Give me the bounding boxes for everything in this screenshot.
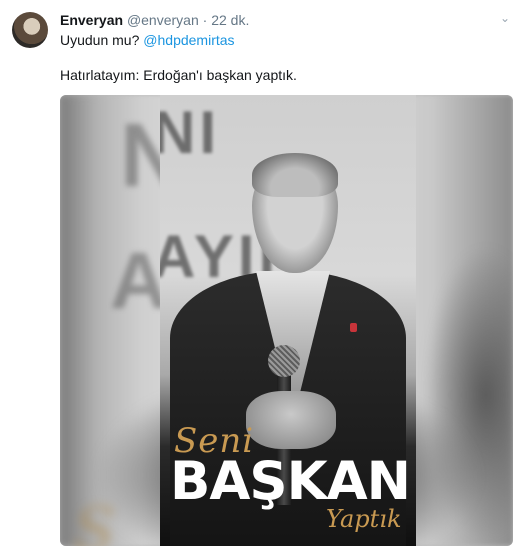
poster: NI AYIR Seni BAŞKAN Yaptık [160, 95, 416, 546]
tweet-header: Enveryan @enveryan · 22 dk. [60, 11, 249, 29]
tweet: Enveryan @enveryan · 22 dk. ⌄ Uyudun mu?… [0, 0, 524, 553]
display-name[interactable]: Enveryan [60, 12, 123, 28]
chevron-down-icon[interactable]: ⌄ [500, 11, 510, 25]
poster-word-bottom: Yaptık [326, 505, 402, 533]
tweet-first-line: Uyudun mu? @hdpdemirtas [60, 31, 235, 49]
user-handle[interactable]: @enveryan [127, 12, 199, 28]
timestamp[interactable]: 22 dk. [211, 12, 249, 28]
separator: · [202, 12, 208, 28]
reply-text: Uyudun mu? [60, 32, 144, 48]
poster-word-main: BAŞKAN [170, 451, 411, 512]
backdrop-gold-text: S [74, 495, 116, 546]
avatar[interactable] [12, 12, 48, 48]
mention-link[interactable]: @hdpdemirtas [143, 32, 234, 48]
person-hands [246, 391, 336, 449]
lapel-pin [350, 323, 357, 332]
person-hair [252, 153, 338, 197]
tweet-image[interactable]: NI AYIR S NI AYIR Seni BAŞKAN Yaptık [60, 95, 513, 546]
microphone-icon [268, 345, 300, 377]
tweet-text: Hatırlatayım: Erdoğan'ı başkan yaptık. [60, 67, 297, 83]
